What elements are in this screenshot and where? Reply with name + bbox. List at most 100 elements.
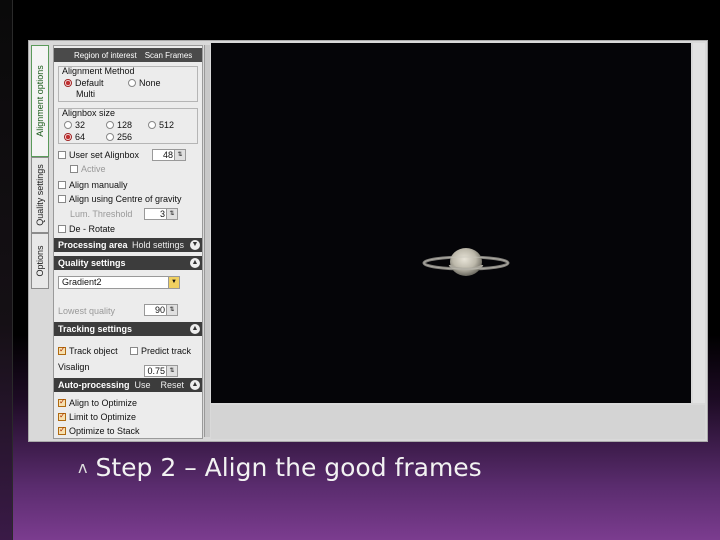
align-cog-checkbox[interactable]: Align using Centre of gravity [58,192,182,206]
spinner-arrows-icon[interactable]: ⇅ [166,305,177,315]
saturn-image [422,248,510,276]
tab-alignment-options[interactable]: Alignment options [31,45,49,157]
de-rotate-label: De - Rotate [69,224,116,234]
slide-left-edge [0,0,13,540]
align-to-optimize-checkbox[interactable]: Align to Optimize [58,396,137,410]
use-link[interactable]: Use [134,380,150,390]
user-set-alignbox-box [58,151,66,159]
vertical-tab-strip: Options Quality settings Alignment optio… [31,43,49,289]
quality-method-value: Gradient2 [62,277,102,287]
tab-options[interactable]: Options [31,233,49,289]
lum-threshold-label: Lum. Threshold [70,209,133,219]
alignbox-size-spinner[interactable]: 48 ⇅ [152,149,186,161]
limit-to-optimize-checkbox[interactable]: Limit to Optimize [58,410,136,424]
app-screenshot: Options Quality settings Alignment optio… [28,40,708,442]
optimize-to-stack-box [58,425,66,435]
caption-text: Step 2 – Align the good frames [95,452,482,482]
radio-256-label: 256 [117,132,133,142]
panel-scrollbar[interactable] [204,45,210,437]
align-manually-label: Align manually [69,180,128,190]
user-set-alignbox-label: User set Alignbox [69,150,140,160]
align-manually-box [58,181,66,189]
optimize-to-stack-checkbox[interactable]: Optimize to Stack [58,424,140,438]
lowest-quality-spinner[interactable]: 90 ⇅ [144,304,178,316]
viewer-bottom-strip [211,405,705,439]
processing-area-header[interactable]: Processing area Hold settings ▼ [54,238,202,252]
lum-threshold-spinner[interactable]: 3 ⇅ [144,208,178,220]
track-object-label: Track object [69,346,118,356]
active-checkbox[interactable]: Active [70,162,106,176]
auto-processing-header[interactable]: Auto-processing Use Reset ▲ [54,378,202,392]
tab-quality-settings[interactable]: Quality settings [31,157,49,233]
active-box [70,165,78,173]
predict-track-box [130,347,138,355]
dropdown-arrow-icon[interactable]: ▼ [168,277,179,288]
radio-none-label: None [139,78,161,88]
panel-top-tabs: Region of interest Scan Frames [54,48,202,62]
radio-multi-label: Multi [76,89,96,99]
radio-64-label: 64 [75,132,86,142]
de-rotate-box [58,225,66,233]
tab-scan-frames[interactable]: Scan Frames [145,51,193,60]
chevron-up-icon[interactable]: ▲ [190,380,200,390]
visalign-spinner[interactable]: 0.75 ⇅ [144,365,178,377]
predict-track-checkbox[interactable]: Predict track [130,344,191,358]
track-object-box [58,345,66,355]
visalign-label: Visalign [58,362,90,372]
radio-none-dot [128,79,136,87]
reset-link[interactable]: Reset [160,380,184,390]
align-cog-label: Align using Centre of gravity [69,194,182,204]
radio-512-label: 512 [159,120,175,130]
tab-quality-settings-label: Quality settings [35,164,45,226]
quality-method-select[interactable]: Gradient2 ▼ [58,276,180,289]
slide-caption: ʌ Step 2 – Align the good frames [78,450,482,484]
spinner-arrows-icon[interactable]: ⇅ [166,366,177,376]
radio-256[interactable]: 256 [106,130,132,144]
radio-512-dot [148,121,156,129]
lum-threshold-value: 3 [159,209,165,219]
processing-area-title: Processing area [58,240,128,250]
chevron-up-icon[interactable]: ▲ [190,258,200,268]
active-label: Active [81,164,106,174]
chevron-down-icon[interactable]: ▼ [190,240,200,250]
radio-128-dot [106,121,114,129]
image-viewer[interactable] [211,43,691,403]
align-to-optimize-box [58,397,66,407]
alignbox-size-value: 48 [162,150,173,160]
radio-64[interactable]: 64 [64,130,85,144]
bullet-icon: ʌ [78,457,88,477]
lowest-quality-label: Lowest quality [58,306,116,316]
spinner-arrows-icon[interactable]: ⇅ [174,150,185,160]
radio-multi[interactable]: Multi [76,87,95,101]
align-manually-checkbox[interactable]: Align manually [58,178,128,192]
auto-processing-title: Auto-processing [58,380,130,390]
limit-to-optimize-label: Limit to Optimize [69,412,137,422]
lowest-quality-value: 90 [154,305,165,315]
tab-region-of-interest[interactable]: Region of interest [74,51,137,60]
radio-512[interactable]: 512 [148,118,174,132]
tab-alignment-options-label: Alignment options [35,65,45,137]
de-rotate-checkbox[interactable]: De - Rotate [58,222,115,236]
viewer-right-margin [693,43,705,403]
tracking-settings-title: Tracking settings [58,324,133,334]
track-object-checkbox[interactable]: Track object [58,344,118,358]
align-cog-box [58,195,66,203]
radio-128-label: 128 [117,120,133,130]
spinner-arrows-icon[interactable]: ⇅ [166,209,177,219]
user-set-alignbox-checkbox[interactable]: User set Alignbox [58,148,139,162]
hold-settings-link[interactable]: Hold settings [132,240,184,250]
predict-track-label: Predict track [141,346,192,356]
tracking-settings-header[interactable]: Tracking settings ▲ [54,322,202,336]
radio-32-label: 32 [75,120,86,130]
optimize-to-stack-label: Optimize to Stack [69,426,140,436]
radio-none[interactable]: None [128,76,161,90]
chevron-up-icon[interactable]: ▲ [190,324,200,334]
radio-default-dot [64,79,72,87]
visalign-value: 0.75 [147,366,165,376]
radio-32-dot [64,121,72,129]
radio-256-dot [106,133,114,141]
quality-settings-header[interactable]: Quality settings ▲ [54,256,202,270]
tab-options-label: Options [35,245,45,277]
alignment-options-panel: Region of interest Scan Frames Alignment… [53,45,203,439]
align-to-optimize-label: Align to Optimize [69,398,138,408]
